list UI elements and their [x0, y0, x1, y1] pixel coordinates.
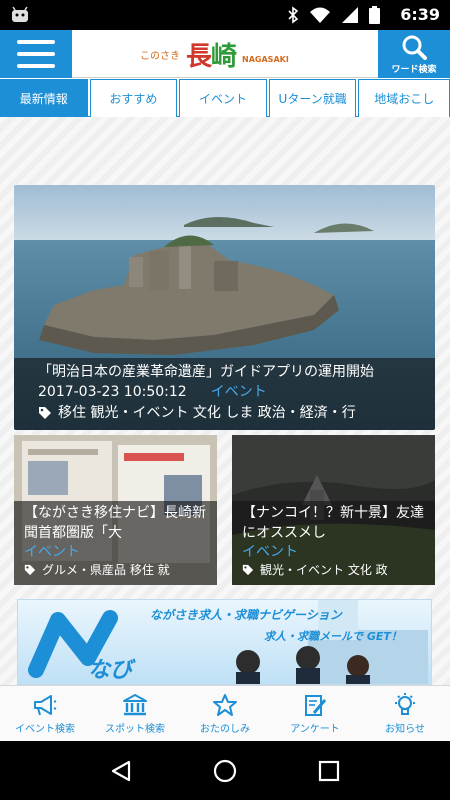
article-card-2-tags: 観光・イベント 文化 政 [260, 563, 388, 577]
article-card-2-info: 【ナンコイ！？新十景】友達にオススメし イベント 観光・イベント 文化 政 [232, 501, 435, 585]
signal-icon [342, 7, 358, 23]
menu-button[interactable] [0, 30, 72, 78]
nav-news-label: お知らせ [385, 723, 425, 735]
article-card-1-title: 【ながさき移住ナビ】長崎新聞首都圏版「大 [24, 505, 206, 541]
system-navigation-bar [0, 741, 450, 800]
nav-event-search-label: イベント検索 [15, 723, 75, 735]
clock: 6:39 [400, 5, 440, 24]
app-logo: このさき 長崎 NAGASAKI [140, 36, 320, 72]
bulb-icon [395, 692, 415, 715]
article-card-2-category: イベント [242, 544, 298, 560]
wifi-icon [310, 7, 330, 23]
android-icon [12, 6, 28, 22]
word-search-label: ワード検索 [391, 65, 437, 75]
bottom-navigation: イベント検索 スポット検索 おたのしみ アンケート お知らせ [0, 685, 450, 741]
star-icon [213, 693, 237, 716]
megaphone-icon [34, 694, 57, 715]
featured-article-tags: 移住 観光・イベント 文化 しま 政治・経済・行 [58, 405, 356, 421]
featured-article-date: 2017-03-23 10:50:12 [38, 384, 187, 400]
logo-kanji-1: 長 [186, 41, 212, 72]
navi-logo-text: なび [88, 658, 133, 683]
nav-fun[interactable]: おたのしみ [180, 686, 270, 741]
job-navi-banner[interactable]: なび ながさき求人・求職ナビゲーション 求人・求職メールで GET！ [17, 599, 432, 685]
tab-event[interactable]: イベント [179, 79, 267, 117]
nav-spot-search-label: スポット検索 [105, 723, 165, 735]
article-card-1-info: 【ながさき移住ナビ】長崎新聞首都圏版「大 イベント グルメ・県産品 移住 就 [14, 501, 217, 585]
article-card-2[interactable]: 【ナンコイ！？新十景】友達にオススメし イベント 観光・イベント 文化 政 [232, 435, 435, 585]
featured-article-category: イベント [210, 384, 267, 400]
category-tabs: 最新情報 おすすめ イベント Uターン就職 地域おこし [0, 79, 450, 117]
building-icon [123, 693, 147, 715]
featured-article-title: 「明治日本の産業革命遺産」ガイドアプリの運用開始 [38, 364, 374, 380]
search-icon [402, 35, 427, 60]
nav-survey[interactable]: アンケート [270, 686, 360, 741]
article-card-2-title: 【ナンコイ！？新十景】友達にオススメし [242, 505, 424, 541]
logo-roman: NAGASAKI [242, 54, 289, 64]
article-card-1[interactable]: 【ながさき移住ナビ】長崎新聞首都圏版「大 イベント グルメ・県産品 移住 就 [14, 435, 217, 585]
battery-icon [369, 6, 380, 24]
banner-line-2: 求人・求職メールで GET！ [264, 630, 402, 643]
article-card-1-category: イベント [24, 544, 80, 560]
home-icon[interactable] [213, 759, 237, 783]
nav-event-search[interactable]: イベント検索 [0, 686, 90, 741]
word-search-button[interactable]: ワード検索 [378, 30, 450, 78]
app-header: このさき 長崎 NAGASAKI ワード検索 [0, 30, 450, 78]
bluetooth-icon [288, 6, 299, 24]
article-feed[interactable]: 「明治日本の産業革命遺産」ガイドアプリの運用開始 2017-03-23 10:5… [0, 117, 450, 685]
hamburger-icon [17, 40, 55, 68]
article-card-1-tags: グルメ・県産品 移住 就 [42, 563, 170, 577]
tab-recommended[interactable]: おすすめ [89, 79, 178, 117]
status-bar: 6:39 [0, 0, 450, 30]
pencil-note-icon [305, 694, 327, 716]
logo-kanji-2: 崎 [211, 41, 237, 72]
tag-icon [242, 564, 254, 576]
tab-uturn-jobs[interactable]: Uターン就職 [268, 79, 357, 117]
featured-article-card[interactable]: 「明治日本の産業革命遺産」ガイドアプリの運用開始 2017-03-23 10:5… [14, 185, 435, 430]
nav-survey-label: アンケート [290, 723, 340, 735]
tab-regional-revitalization[interactable]: 地域おこし [358, 79, 450, 117]
tab-latest[interactable]: 最新情報 [0, 79, 88, 117]
nav-news[interactable]: お知らせ [360, 686, 450, 741]
nav-fun-label: おたのしみ [200, 723, 250, 735]
back-icon[interactable] [110, 759, 132, 783]
tag-icon [24, 564, 36, 576]
featured-article-info: 「明治日本の産業革命遺産」ガイドアプリの運用開始 2017-03-23 10:5… [14, 358, 435, 430]
tag-icon [39, 407, 51, 419]
logo-small-text: このさき [140, 50, 180, 62]
recents-icon[interactable] [318, 760, 340, 782]
banner-line-1: ながさき求人・求職ナビゲーション [150, 608, 342, 622]
logo-kanji: 長崎 [186, 36, 237, 73]
nav-spot-search[interactable]: スポット検索 [90, 686, 180, 741]
